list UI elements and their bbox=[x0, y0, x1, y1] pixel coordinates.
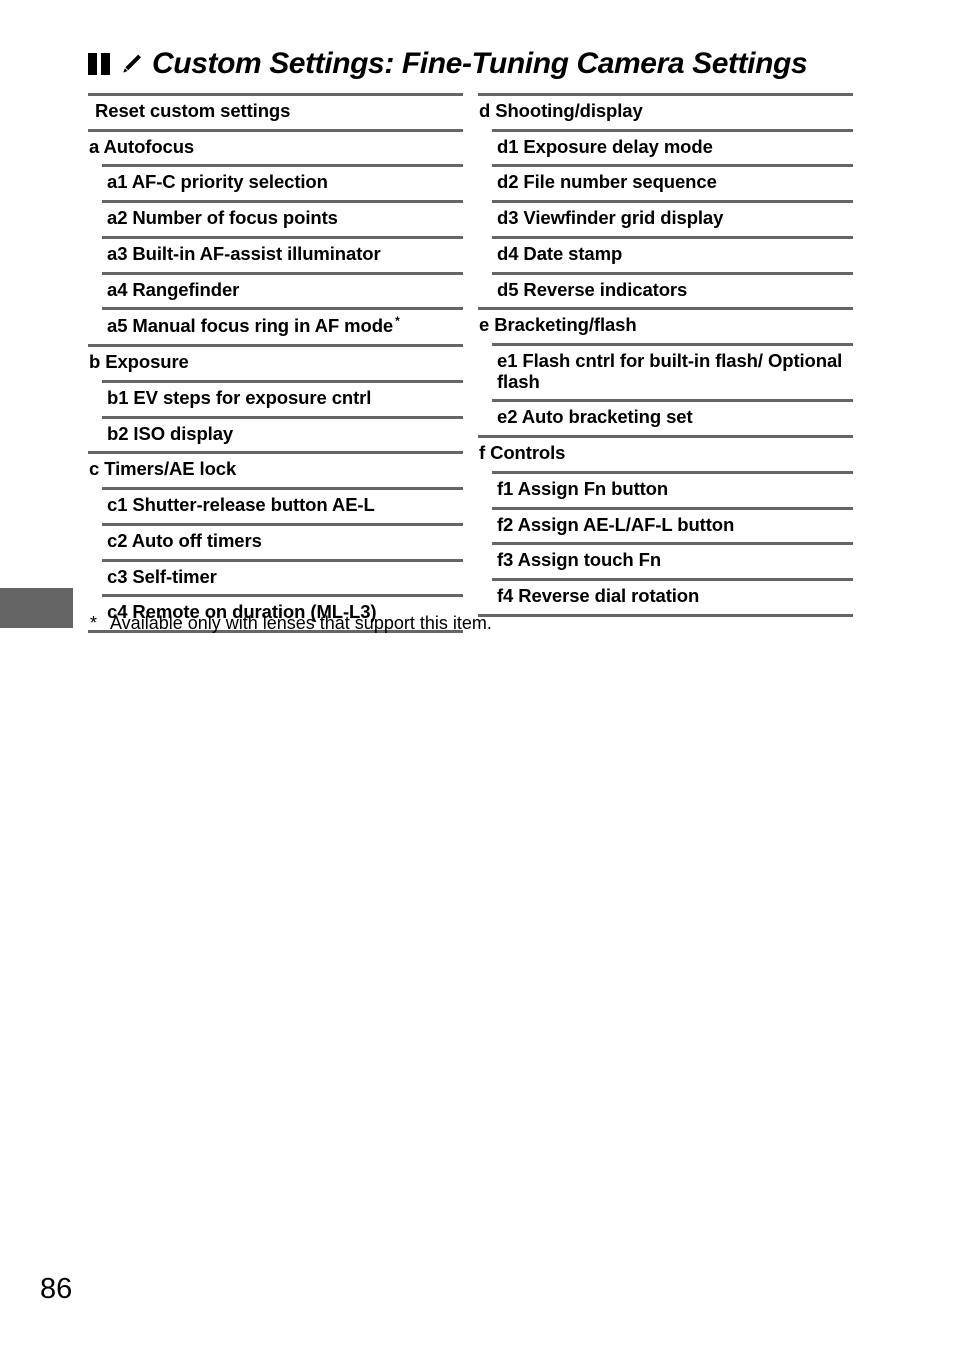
index-row-label: b2 ISO display bbox=[107, 422, 234, 444]
index-row-label: d2 File number sequence bbox=[497, 171, 717, 193]
page-number: 86 bbox=[40, 1273, 73, 1305]
index-row-label: e1 Flash cntrl for built-in flash/ Optio… bbox=[497, 350, 843, 392]
index-row-label: d1 Exposure delay mode bbox=[497, 135, 713, 157]
index-row[interactable]: b1 EV steps for exposure cntrl bbox=[88, 379, 463, 416]
index-row-label: a2 Number of focus points bbox=[107, 207, 338, 229]
custom-settings-index: Reset custom settings a Autofocus a1 AF-C … bbox=[88, 93, 868, 633]
index-row[interactable]: Reset custom settings bbox=[88, 93, 463, 129]
index-row[interactable]: a Autofocus bbox=[88, 128, 463, 165]
bookmark-bars-icon bbox=[88, 53, 110, 75]
footnote-reference: * bbox=[395, 314, 400, 329]
index-row-label: f2 Assign AE-L/AF-L button bbox=[497, 513, 735, 535]
index-row[interactable]: e1 Flash cntrl for built-in flash/ Optio… bbox=[478, 343, 853, 399]
index-row[interactable]: a3 Built-in AF-assist illuminator bbox=[88, 235, 463, 272]
index-row[interactable]: d3 Viewfinder grid display bbox=[478, 200, 853, 236]
index-row-label: e Bracketing/flash bbox=[479, 314, 637, 336]
index-row-label: d4 Date stamp bbox=[497, 242, 623, 264]
footnote-text: Available only with lenses that support … bbox=[110, 613, 492, 633]
index-row[interactable]: d Shooting/display bbox=[478, 93, 853, 129]
index-row-label: e2 Auto bracketing set bbox=[497, 406, 693, 428]
index-row-label: a4 Rangefinder bbox=[107, 278, 240, 300]
index-row-label: a3 Built-in AF-assist illuminator bbox=[107, 242, 381, 264]
index-row-label: d Shooting/display bbox=[479, 100, 643, 121]
index-row[interactable]: a4 Rangefinder bbox=[88, 271, 463, 308]
index-row-label: b Exposure bbox=[89, 351, 189, 373]
index-row-label: f4 Reverse dial rotation bbox=[497, 585, 700, 607]
index-column-right: d Shooting/display d1 Exposure delay mode… bbox=[478, 93, 853, 633]
index-row-label: c3 Self-timer bbox=[107, 565, 217, 587]
index-row[interactable]: e Bracketing/flash bbox=[478, 307, 853, 343]
index-row-label: b1 EV steps for exposure cntrl bbox=[107, 386, 372, 408]
index-row[interactable]: a2 Number of focus points bbox=[88, 200, 463, 236]
index-row[interactable]: f3 Assign touch Fn bbox=[478, 542, 853, 578]
index-row-label: f3 Assign touch Fn bbox=[497, 549, 662, 571]
index-row[interactable]: c2 Auto off timers bbox=[88, 522, 463, 559]
index-row[interactable]: b Exposure bbox=[88, 344, 463, 380]
pencil-icon bbox=[123, 54, 141, 73]
index-row[interactable]: d5 Reverse indicators bbox=[478, 271, 853, 308]
footnote-mark: * bbox=[90, 613, 98, 633]
index-row-label: f Controls bbox=[479, 442, 566, 464]
page-header: Custom Settings: Fine-Tuning Camera Sett… bbox=[88, 44, 808, 84]
index-row-label: a5 Manual focus ring in AF mode * bbox=[107, 314, 400, 337]
index-row[interactable]: b2 ISO display bbox=[88, 415, 463, 452]
index-row[interactable]: c Timers/AE lock bbox=[88, 451, 463, 487]
index-row[interactable]: f2 Assign AE-L/AF-L button bbox=[478, 506, 853, 543]
index-row-label: f1 Assign Fn button bbox=[497, 477, 669, 499]
section-tab-marker bbox=[0, 588, 73, 628]
index-row[interactable]: c3 Self-timer bbox=[88, 558, 463, 595]
index-row[interactable]: c1 Shutter-release button AE-L bbox=[88, 487, 463, 523]
index-row[interactable]: d1 Exposure delay mode bbox=[478, 128, 853, 165]
index-row-label: c1 Shutter-release button AE-L bbox=[107, 494, 375, 516]
index-row[interactable]: e2 Auto bracketing set bbox=[478, 399, 853, 435]
index-row[interactable]: a1 AF-C priority selection bbox=[88, 164, 463, 200]
index-row-label: a Autofocus bbox=[89, 135, 195, 157]
index-row[interactable]: f Controls bbox=[478, 435, 853, 471]
index-column-left: Reset custom settings a Autofocus a1 AF-C … bbox=[88, 93, 463, 633]
footnote: * Available only with lenses that suppor… bbox=[90, 613, 790, 635]
index-row-label: c2 Auto off timers bbox=[107, 529, 262, 551]
index-row[interactable]: d4 Date stamp bbox=[478, 235, 853, 272]
page-title: Custom Settings: Fine-Tuning Camera Sett… bbox=[152, 47, 808, 80]
index-row-label: d3 Viewfinder grid display bbox=[497, 207, 724, 229]
index-row[interactable]: f1 Assign Fn button bbox=[478, 470, 853, 507]
index-row-label: d5 Reverse indicators bbox=[497, 278, 688, 300]
index-row[interactable]: a5 Manual focus ring in AF mode * bbox=[88, 307, 463, 344]
index-row[interactable]: d2 File number sequence bbox=[478, 164, 853, 200]
index-row-label: c Timers/AE lock bbox=[89, 458, 237, 480]
index-row-label: a1 AF-C priority selection bbox=[107, 171, 328, 193]
index-row[interactable]: f4 Reverse dial rotation bbox=[478, 578, 853, 614]
index-row-label: Reset custom settings bbox=[95, 100, 291, 121]
